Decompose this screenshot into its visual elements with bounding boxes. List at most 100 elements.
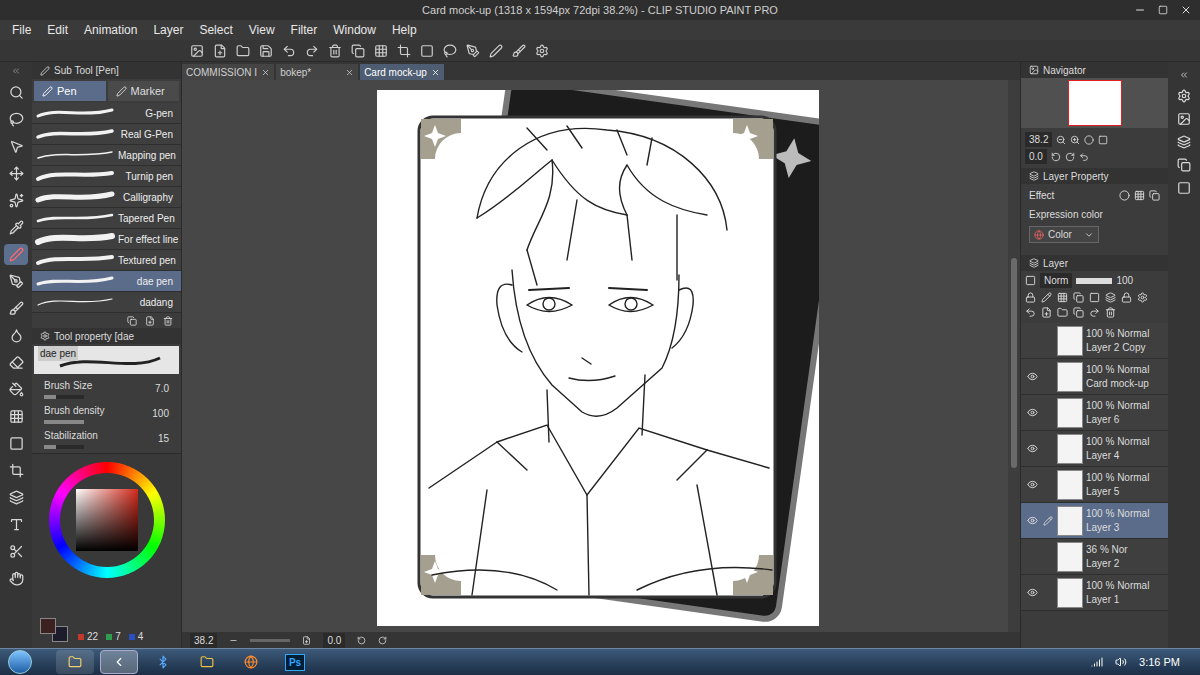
opacity-value[interactable]: 100 xyxy=(1116,273,1133,288)
layer-tool-icon[interactable] xyxy=(1089,292,1100,303)
trash-icon[interactable] xyxy=(163,316,173,326)
layer-row[interactable]: 100 % NormalLayer 6 xyxy=(1021,395,1168,431)
setting-value[interactable]: 100 xyxy=(152,406,169,421)
command-icon[interactable] xyxy=(466,44,480,58)
collapse-icon[interactable] xyxy=(11,66,21,76)
menu-item[interactable]: Animation xyxy=(84,21,137,39)
tool-button[interactable] xyxy=(4,541,28,562)
close-tab-icon[interactable] xyxy=(345,68,354,77)
sub-tool-item[interactable]: Textured pen xyxy=(32,250,181,271)
clock[interactable]: 3:16 PM xyxy=(1139,654,1180,671)
setting-slider[interactable] xyxy=(44,420,84,424)
effect-border-icon[interactable] xyxy=(1119,190,1130,201)
maximize-icon[interactable] xyxy=(1158,5,1168,15)
menu-item[interactable]: Select xyxy=(199,21,232,39)
layer-row[interactable]: 100 % NormalLayer 1 xyxy=(1021,575,1168,611)
document-tab[interactable]: COMMISSION I xyxy=(182,64,274,80)
command-icon[interactable] xyxy=(420,44,434,58)
tool-button[interactable] xyxy=(4,82,28,103)
angle-value[interactable]: 0.0 xyxy=(323,633,345,648)
tool-button[interactable] xyxy=(4,325,28,346)
command-icon[interactable] xyxy=(374,44,388,58)
sub-tool-tab[interactable]: Pen xyxy=(34,81,106,101)
close-icon[interactable] xyxy=(1180,4,1192,16)
panel-icon[interactable] xyxy=(1177,135,1191,149)
tool-button[interactable] xyxy=(4,487,28,508)
rotate-left-icon[interactable] xyxy=(357,636,366,645)
reset-icon[interactable] xyxy=(1079,152,1089,162)
color-square[interactable] xyxy=(76,489,138,551)
start-button[interactable] xyxy=(8,650,32,674)
tool-button[interactable] xyxy=(4,271,28,292)
document-tab[interactable]: Card mock-up xyxy=(360,64,444,80)
zoom-in-icon[interactable] xyxy=(302,636,311,645)
zoom-out-icon[interactable] xyxy=(1056,135,1066,145)
layer-row[interactable]: 36 % NorLayer 2 xyxy=(1021,539,1168,575)
canvas-paper[interactable] xyxy=(377,90,819,626)
taskbar-app[interactable]: Ps xyxy=(276,650,314,674)
taskbar-app[interactable] xyxy=(144,650,182,674)
tool-button[interactable] xyxy=(4,460,28,481)
color-wheel[interactable] xyxy=(49,462,165,578)
panel-icon[interactable] xyxy=(1177,89,1191,103)
taskbar-app[interactable] xyxy=(188,650,226,674)
collapse-icon[interactable] xyxy=(1179,70,1189,80)
tool-button[interactable] xyxy=(4,244,28,265)
sub-tool-item[interactable]: dae pen xyxy=(32,271,181,292)
layer-row[interactable]: 100 % NormalLayer 3 xyxy=(1021,503,1168,539)
tool-button[interactable] xyxy=(4,433,28,454)
sub-tool-item[interactable]: Turnip pen xyxy=(32,166,181,187)
sub-tool-item[interactable]: Real G-Pen xyxy=(32,124,181,145)
tool-button[interactable] xyxy=(4,352,28,373)
panel-icon[interactable] xyxy=(1177,158,1191,172)
command-icon[interactable] xyxy=(535,44,549,58)
layer-tool-icon[interactable] xyxy=(1121,292,1132,303)
command-icon[interactable] xyxy=(328,44,342,58)
sub-tool-item[interactable]: For effect line xyxy=(32,229,181,250)
setting-value[interactable]: 7.0 xyxy=(155,381,169,396)
layer-tool-icon[interactable] xyxy=(1041,307,1052,318)
setting-slider[interactable] xyxy=(44,395,84,399)
navigator-zoom[interactable]: 38.2 xyxy=(1025,132,1052,147)
volume-icon[interactable] xyxy=(1115,656,1127,668)
add-icon[interactable] xyxy=(145,316,155,326)
tool-button[interactable] xyxy=(4,217,28,238)
command-icon[interactable] xyxy=(282,44,296,58)
layer-row[interactable]: 100 % NormalLayer 4 xyxy=(1021,431,1168,467)
zoom-value[interactable]: 38.2 xyxy=(190,633,217,648)
layer-row[interactable]: 100 % NormalCard mock-up xyxy=(1021,359,1168,395)
tool-button[interactable] xyxy=(4,406,28,427)
rotate-left-icon[interactable] xyxy=(1051,152,1061,162)
layer-mode-icon[interactable] xyxy=(1025,275,1036,286)
eye-icon[interactable] xyxy=(1027,407,1038,418)
expression-color-select[interactable]: Color xyxy=(1029,226,1099,243)
eye-icon[interactable] xyxy=(1027,443,1038,454)
zoom-in-icon[interactable] xyxy=(1070,135,1080,145)
command-icon[interactable] xyxy=(305,44,319,58)
effect-layer-icon[interactable] xyxy=(1149,190,1160,201)
layer-tool-icon[interactable] xyxy=(1041,292,1052,303)
command-icon[interactable] xyxy=(443,44,457,58)
navigator-preview[interactable] xyxy=(1021,78,1168,128)
tool-button[interactable] xyxy=(4,298,28,319)
main-color-swatch[interactable] xyxy=(40,618,56,634)
menu-item[interactable]: Filter xyxy=(291,21,318,39)
panel-icon[interactable] xyxy=(1177,112,1191,126)
command-icon[interactable] xyxy=(351,44,365,58)
close-tab-icon[interactable] xyxy=(261,68,270,77)
fit-icon[interactable] xyxy=(1084,135,1094,145)
menu-item[interactable]: Layer xyxy=(153,21,183,39)
rotate-right-icon[interactable] xyxy=(1065,152,1075,162)
layer-tool-icon[interactable] xyxy=(1057,307,1068,318)
taskbar-app[interactable] xyxy=(56,650,94,674)
sub-tool-item[interactable]: G-pen xyxy=(32,103,181,124)
command-icon[interactable] xyxy=(489,44,503,58)
command-icon[interactable] xyxy=(236,44,250,58)
eye-icon[interactable] xyxy=(1027,479,1038,490)
tool-button[interactable] xyxy=(4,163,28,184)
command-icon[interactable] xyxy=(213,44,227,58)
layer-tool-icon[interactable] xyxy=(1137,292,1148,303)
actual-size-icon[interactable] xyxy=(1098,135,1108,145)
eye-icon[interactable] xyxy=(1027,587,1038,598)
setting-slider[interactable] xyxy=(44,445,84,449)
